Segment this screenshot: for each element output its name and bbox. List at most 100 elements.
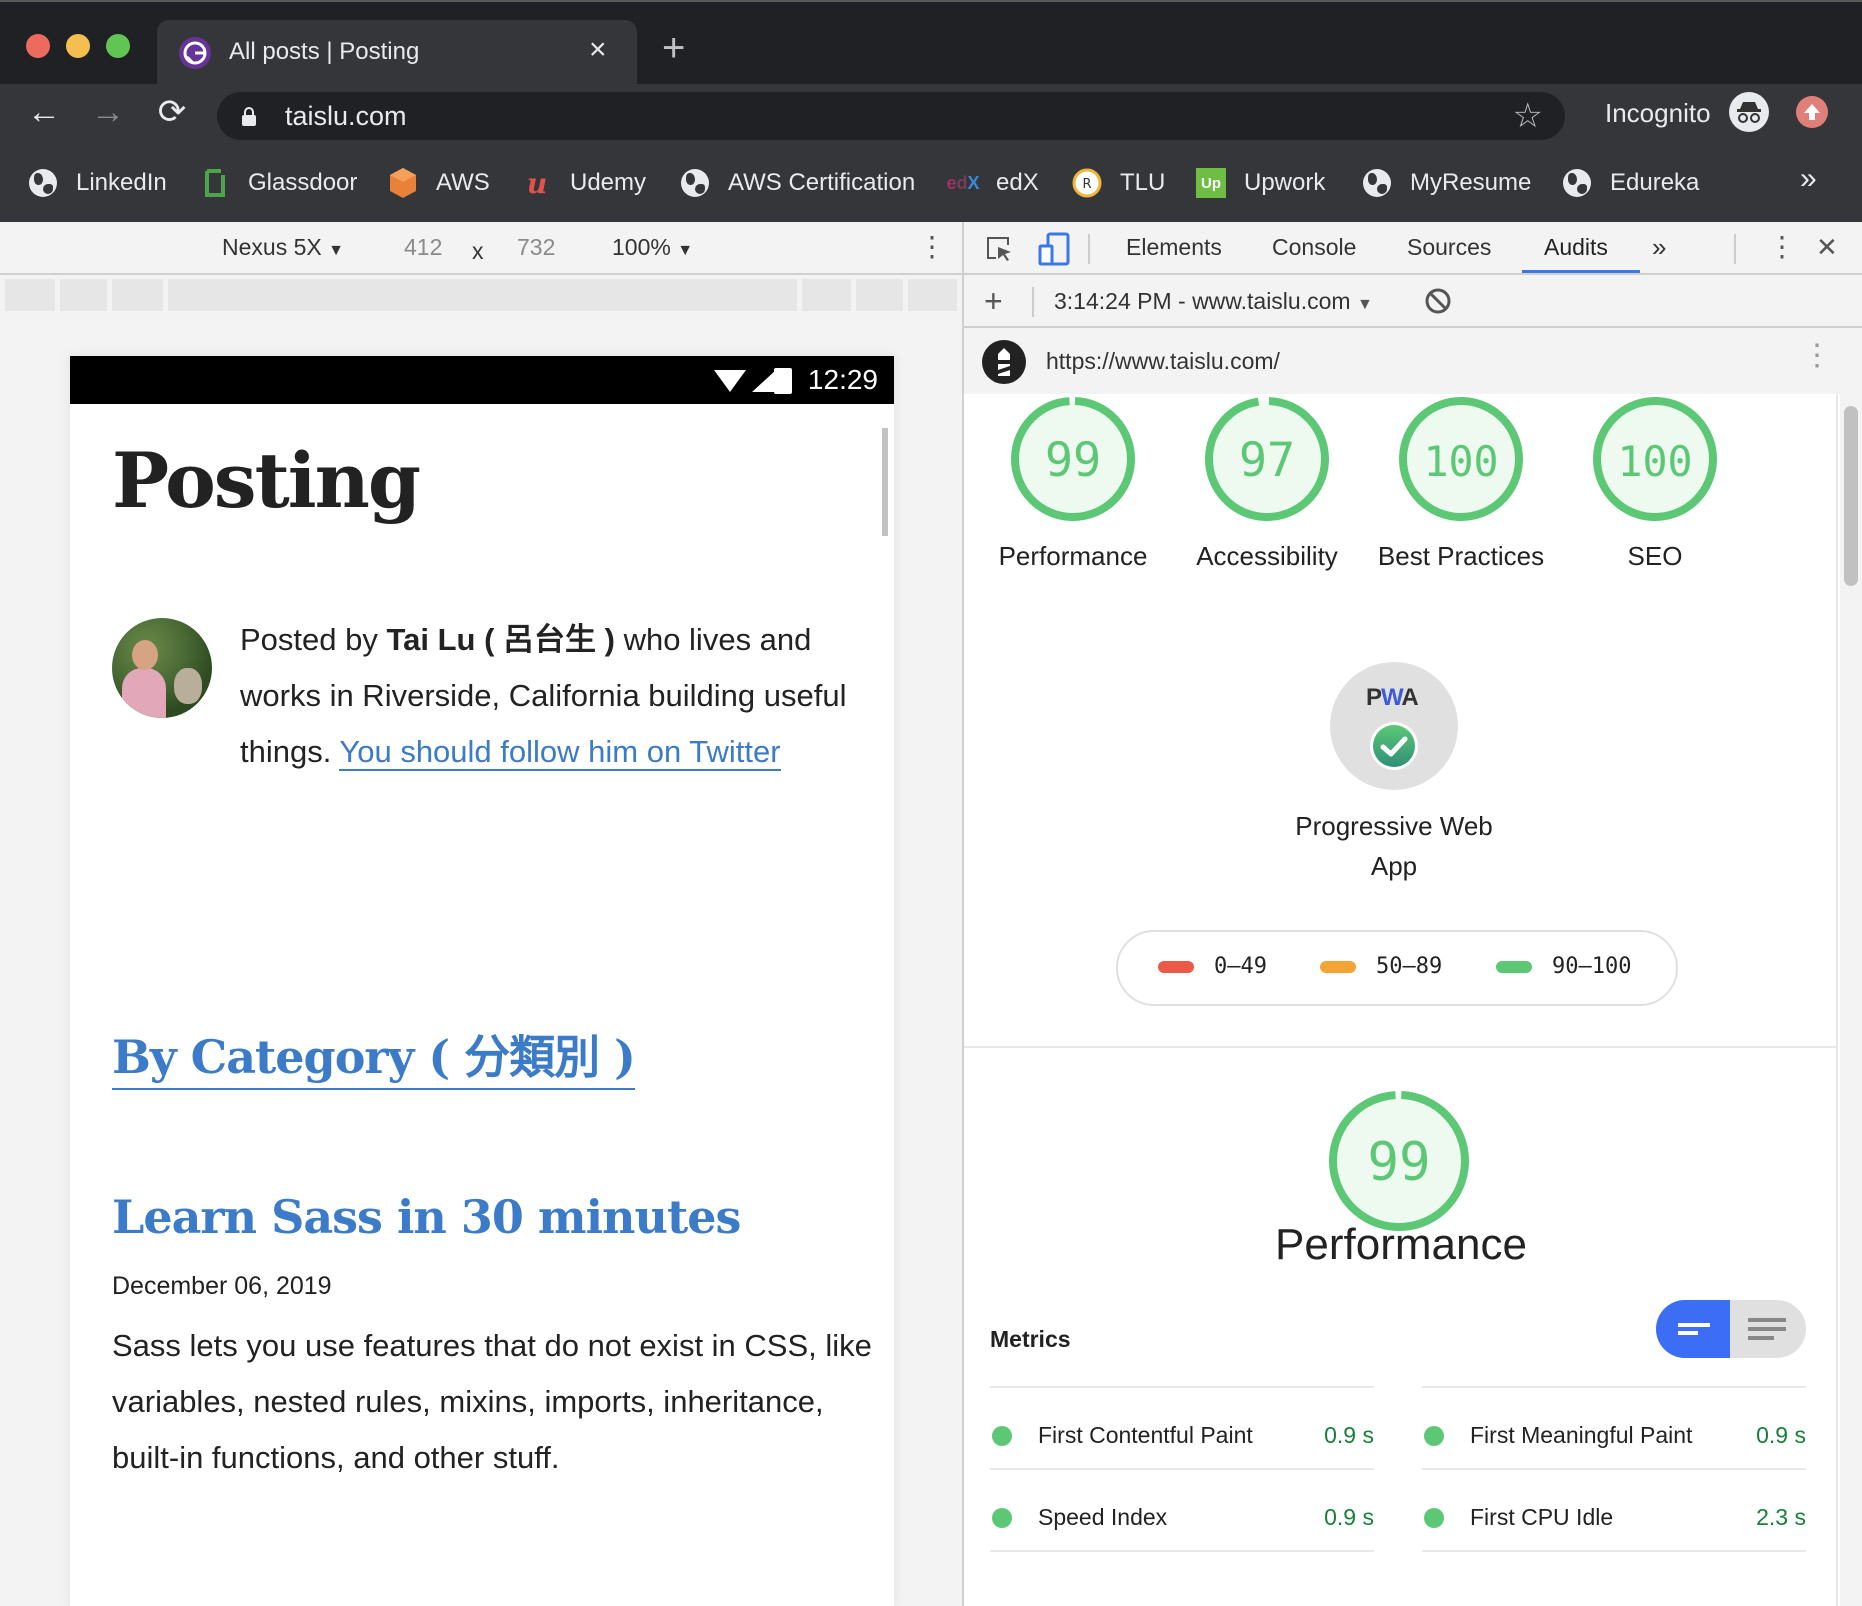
audits-toolbar: + 3:14:24 PM - www.taislu.com ▼ [964,275,1862,328]
new-tab-button[interactable]: + [662,28,685,68]
phone-clock: 12:29 [807,364,878,395]
browser-toolbar: ← → ⟳ taislu.com ☆ Incognito [0,84,1862,142]
report-url-row: https://www.taislu.com/ ⋮ [964,328,1862,394]
tab-console[interactable]: Console [1272,234,1356,261]
gauge-accessibility[interactable]: 97 [1202,394,1332,529]
lock-icon [241,106,257,126]
gauge-score: 100 [1423,437,1498,486]
device-toggle-icon[interactable] [1038,232,1070,271]
media-query-bar[interactable] [5,279,957,311]
pwa-text: PWA [1366,684,1419,711]
gauge-score: 99 [1045,434,1101,488]
bookmark-edureka[interactable]: Edureka [1562,166,1699,200]
metric-row: First Contentful Paint 0.9 s [992,1422,1374,1449]
author-name: Tai Lu ( 呂台生 ) [386,622,615,657]
report-select[interactable]: 3:14:24 PM - www.taislu.com ▼ [1054,288,1373,315]
tlu-icon: R [1072,168,1102,198]
glassdoor-icon [200,168,230,198]
active-tab-indicator [1522,270,1640,273]
tab-sources[interactable]: Sources [1407,234,1491,261]
device-height-input[interactable]: 732 [517,234,555,261]
battery-icon [774,368,792,394]
bookmark-aws[interactable]: AWS [388,166,490,200]
chevron-down-icon: ▼ [677,242,694,259]
metric-name: First Meaningful Paint [1470,1422,1693,1448]
url-text[interactable]: taislu.com [285,101,407,132]
metric-name: Speed Index [1038,1504,1168,1530]
category-link[interactable]: By Category ( 分類別 ) [112,1026,636,1090]
back-button[interactable]: ← [22,90,66,134]
score-gauge: 97 [1205,397,1329,521]
bookmark-udemy[interactable]: u Udemy [522,166,646,200]
gauge-label: Performance [998,541,1148,571]
score-gauge: 100 [1593,397,1717,521]
wifi-icon [714,370,746,392]
bookmarks-overflow-button[interactable]: » [1800,162,1817,196]
close-devtools-icon[interactable]: ✕ [1816,232,1838,263]
page-scrollbar[interactable] [882,428,888,536]
bookmark-tlu[interactable]: R TLU [1072,166,1165,200]
bookmark-star-icon[interactable]: ☆ [1513,96,1543,136]
audited-url: https://www.taislu.com/ [1046,348,1280,374]
bookmark-myresume[interactable]: MyResume [1362,166,1531,200]
gauge-performance[interactable]: 99 [1008,394,1138,529]
minimize-window-button[interactable] [66,34,90,58]
address-bar[interactable]: taislu.com ☆ [217,92,1565,140]
forward-button[interactable]: → [86,90,130,134]
close-tab-icon[interactable]: × [589,34,607,66]
incognito-icon[interactable] [1729,92,1769,132]
twitter-link[interactable]: You should follow him on Twitter [339,734,781,771]
browser-tab[interactable]: All posts | Posting × [157,20,637,86]
bookmark-label: Upwork [1244,169,1326,196]
more-tabs-icon[interactable]: » [1652,232,1666,263]
inspect-element-icon[interactable] [984,234,1014,269]
upwork-icon: Up [1196,168,1226,198]
devtools-scrollbar[interactable] [1840,394,1862,1606]
bookmark-linkedin[interactable]: LinkedIn [28,166,167,200]
gauge-seo[interactable]: 100 [1590,394,1720,529]
update-icon[interactable] [1796,96,1828,128]
dimension-separator: x [472,238,484,264]
scrollbar-thumb[interactable] [1844,406,1858,586]
metrics-view-toggle[interactable] [1656,1300,1806,1358]
gauge-score: 99 [1367,1132,1430,1193]
device-emulation-pane: Nexus 5X ▼ 412 x 732 100% ▼ ⋮ 12:29 Post… [0,222,962,1606]
chevron-down-icon: ▼ [1356,296,1373,313]
bookmark-label: MyResume [1410,169,1532,196]
devtools-panel: Elements Console Sources Audits » ⋮ ✕ + … [962,222,1862,1606]
edx-icon: edX [946,172,980,193]
gauge-best-practices[interactable]: 100 [1396,394,1526,529]
new-audit-button[interactable]: + [984,283,1003,320]
zoom-select[interactable]: 100% ▼ [612,234,693,261]
pass-dot-icon [992,1425,1012,1446]
site-title[interactable]: Posting [112,436,421,525]
zoom-window-button[interactable] [106,34,130,58]
report-select-value: 3:14:24 PM - www.taislu.com [1054,288,1351,314]
device-more-options-icon[interactable]: ⋮ [918,230,946,263]
report-menu-icon[interactable]: ⋮ [1802,338,1832,373]
reload-button[interactable]: ⟳ [150,90,194,134]
expanded-view-button[interactable] [1730,1300,1806,1358]
tab-audits[interactable]: Audits [1544,234,1608,261]
pwa-label: Progressive Web App [1295,811,1493,881]
performance-gauge: 99 [1326,1088,1472,1239]
phone-status-bar: 12:29 [70,356,894,404]
pwa-badge[interactable]: PWA [1330,662,1458,790]
bookmark-upwork[interactable]: Up Upwork [1196,166,1325,200]
legend-item-average: 50–89 [1320,954,1442,979]
devtools-menu-icon[interactable]: ⋮ [1768,230,1796,263]
device-width-input[interactable]: 412 [404,234,442,261]
section-divider [964,1046,1838,1048]
clear-reports-icon[interactable] [1424,287,1452,320]
bookmark-edx[interactable]: edX edX [946,166,1038,200]
device-select[interactable]: Nexus 5X ▼ [222,234,344,261]
post-title-link[interactable]: Learn Sass in 30 minutes [112,1190,741,1244]
author-bio: Posted by Tai Lu ( 呂台生 ) who lives and w… [240,622,847,771]
score-gauge: 99 [1011,397,1135,521]
bookmark-glassdoor[interactable]: Glassdoor [200,166,357,200]
globe-icon [28,168,58,198]
bookmark-aws-certification[interactable]: AWS Certification [680,166,915,200]
close-window-button[interactable] [26,34,50,58]
tab-elements[interactable]: Elements [1126,234,1222,261]
compact-view-button[interactable] [1656,1300,1730,1358]
